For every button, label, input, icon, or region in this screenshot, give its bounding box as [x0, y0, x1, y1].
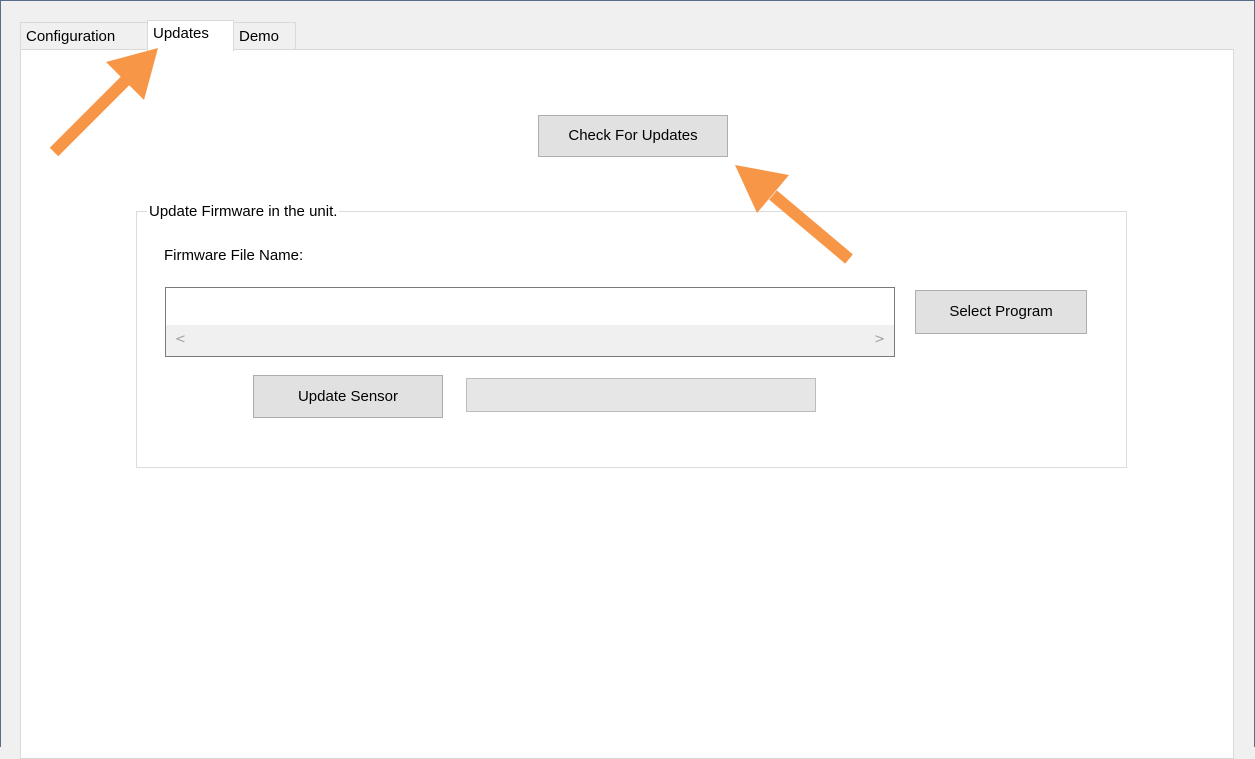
firmware-file-name-field[interactable]: < > [165, 287, 895, 357]
scroll-left-icon[interactable]: < [175, 331, 186, 349]
horizontal-scrollbar[interactable]: < > [166, 325, 894, 356]
select-program-button[interactable]: Select Program [915, 290, 1087, 334]
tab-demo[interactable]: Demo [233, 22, 296, 49]
update-sensor-button[interactable]: Update Sensor [253, 375, 443, 418]
firmware-group-title: Update Firmware in the unit. [147, 202, 340, 222]
update-progress-bar [466, 378, 816, 412]
tab-updates[interactable]: Updates [147, 20, 234, 51]
check-for-updates-button[interactable]: Check For Updates [538, 115, 728, 157]
firmware-file-name-label: Firmware File Name: [164, 247, 304, 264]
scroll-right-icon[interactable]: > [874, 331, 885, 349]
tab-configuration[interactable]: Configuration [20, 22, 148, 49]
updates-tab-panel: Check For Updates Update Firmware in the… [20, 49, 1234, 759]
